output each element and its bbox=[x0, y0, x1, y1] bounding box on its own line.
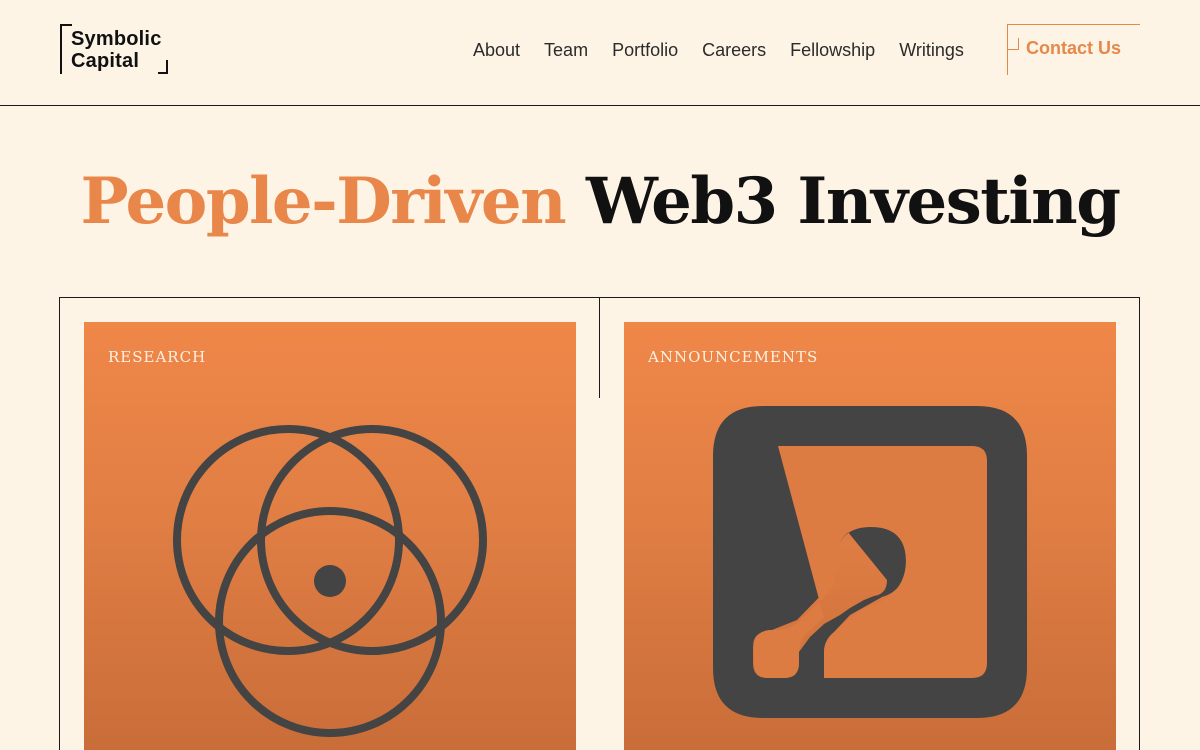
title-main: Web3 Investing bbox=[585, 164, 1121, 239]
page-title: People-Driven Web3 Investing bbox=[0, 162, 1200, 242]
nav-careers[interactable]: Careers bbox=[702, 38, 766, 62]
nav-writings[interactable]: Writings bbox=[899, 38, 964, 62]
logo-bracket-bottom-right bbox=[158, 60, 168, 74]
nav-team[interactable]: Team bbox=[544, 38, 588, 62]
nav-portfolio[interactable]: Portfolio bbox=[612, 38, 678, 62]
contact-us-label: Contact Us bbox=[1025, 38, 1121, 58]
logo[interactable]: Symbolic Capital bbox=[60, 24, 168, 74]
nav-fellowship[interactable]: Fellowship bbox=[790, 38, 875, 62]
site-header: Symbolic Capital About Team Portfolio Ca… bbox=[0, 0, 1200, 106]
cards-divider bbox=[599, 297, 600, 398]
announcements-card[interactable]: ANNOUNCEMENTS bbox=[624, 322, 1116, 750]
contact-us-button[interactable]: Contact Us bbox=[1007, 24, 1140, 75]
logo-text-line1: Symbolic bbox=[71, 28, 162, 50]
research-card[interactable]: RESEARCH bbox=[84, 322, 576, 750]
logo-text-line2: Capital bbox=[71, 50, 140, 72]
venn-circles-icon bbox=[173, 425, 487, 737]
nav-about[interactable]: About bbox=[473, 38, 520, 62]
main-nav: About Team Portfolio Careers Fellowship … bbox=[473, 38, 964, 62]
key-square-icon bbox=[713, 406, 1027, 718]
page: Symbolic Capital About Team Portfolio Ca… bbox=[0, 0, 1200, 750]
title-accent: People-Driven bbox=[80, 164, 567, 239]
